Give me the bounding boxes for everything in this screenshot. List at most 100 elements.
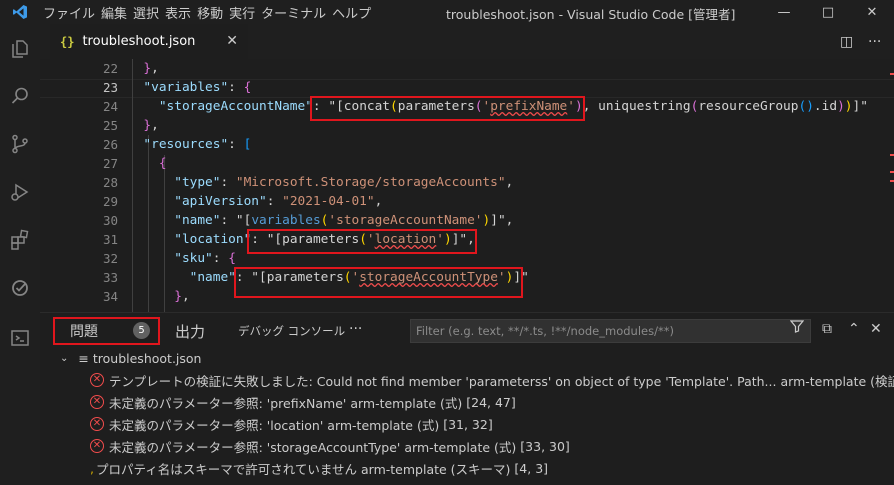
line-number: 25 [102,118,118,133]
problem-row[interactable]: ✕ 未定義のパラメーター参照: 'storageAccountType' arm… [40,435,894,457]
tab-output[interactable]: 出力 [175,321,205,342]
line-number: 33 [102,270,118,285]
problem-message: 未定義のパラメーター参照: 'prefixName' [109,395,347,411]
line-number: 22 [102,61,118,76]
json-file-icon: ≡ [78,350,89,366]
menu-view[interactable]: 表示 [162,3,194,22]
testing-icon[interactable] [0,268,40,308]
code-line: }, [143,118,159,133]
error-icon: ✕ [90,373,104,387]
code-line: "name": "[variables('storageAccountName'… [174,213,514,228]
explorer-icon[interactable] [0,28,40,68]
window-title: troubleshoot.json - Visual Studio Code [… [446,7,736,22]
problem-message: 未定義のパラメーター参照: 'location' [109,417,324,433]
tab-debug-console[interactable]: デバッグ コンソール [238,323,345,339]
problem-source: arm-template (スキーマ) [361,461,511,477]
menu-selection[interactable]: 選択 [130,3,162,22]
error-marker [890,73,894,75]
problem-source: arm-template (式) [350,395,463,411]
line-number: 23 [102,80,118,95]
line-number: 27 [102,156,118,171]
code-line: "apiVersion": "2021-04-01", [174,194,383,209]
problem-message: 未定義のパラメーター参照: 'storageAccountType' [109,439,401,455]
line-number: 28 [102,175,118,190]
line-number: 24 [102,99,118,114]
error-marker [890,180,894,182]
code-line: "resources": [ [143,137,252,152]
file-node-label: troubleshoot.json [92,350,202,366]
maximize-icon[interactable]: □ [806,0,850,24]
menu-file[interactable]: ファイル [40,3,98,22]
error-icon: ✕ [90,395,104,409]
highlight-box-storageaccounttype [234,267,523,298]
code-line: }, [143,61,159,76]
panel-more-icon[interactable]: ··· [349,321,362,337]
problem-message: プロパティ名はスキーマで許可されていません [95,461,357,477]
search-icon[interactable] [0,76,40,116]
problems-filter[interactable] [410,319,811,343]
remote-terminal-icon[interactable] [0,318,40,358]
extensions-icon[interactable] [0,220,40,260]
close-panel-icon[interactable]: ✕ [870,321,882,337]
problem-row[interactable]: ✕ テンプレートの検証に失敗しました: Could not find membe… [40,369,894,391]
code-line: "variables": { [143,80,252,95]
problem-location: [31, 32] [443,416,493,432]
code-line: { [158,156,167,171]
tab-troubleshoot-json[interactable]: {} troubleshoot.json ✕ [50,24,248,59]
problem-source: arm-template (検証) [780,373,894,389]
line-number: 34 [102,289,118,304]
chevron-down-icon: ⌄ [60,352,69,364]
menu-help[interactable]: ヘルプ [329,3,374,22]
code-line: }, [174,289,190,304]
filter-input[interactable] [416,324,786,338]
line-number: 32 [102,251,118,266]
code-line: "sku": { [174,251,236,266]
vscode-logo-icon [0,0,40,24]
close-window-icon[interactable]: ✕ [850,0,894,24]
code-editor[interactable]: 22 23 24 25 26 27 28 29 30 31 32 33 34 }… [40,59,894,312]
problem-row[interactable]: ✕ 未定義のパラメーター参照: 'location' arm-template … [40,413,894,435]
problems-panel: 問題 5 出力 デバッグ コンソール ··· ⧉ ⌃ ✕ ⌄ ≡ trouble… [40,312,894,485]
error-marker [890,171,894,173]
line-number: 29 [102,194,118,209]
warning-icon: , [90,460,94,476]
title-bar: ファイル 編集 選択 表示 移動 実行 ターミナル ヘルプ troublesho… [0,0,894,24]
problem-location: [33, 30] [520,438,570,454]
error-icon: ✕ [90,417,104,431]
error-icon: ✕ [90,439,104,453]
line-number: 31 [102,232,118,247]
menu-run[interactable]: 実行 [226,3,258,22]
json-braces-icon: {} [60,34,75,49]
source-control-icon[interactable] [0,124,40,164]
collapse-all-icon[interactable]: ⧉ [822,321,832,337]
error-marker [890,154,894,156]
menu-go[interactable]: 移動 [194,3,226,22]
problem-location: [4, 3] [514,460,549,476]
problem-source: arm-template (式) [327,417,440,433]
line-number: 30 [102,213,118,228]
highlight-box-location [247,229,477,254]
line-number: 26 [102,137,118,152]
menu-terminal[interactable]: ターミナル [258,3,329,22]
filter-icon[interactable] [789,319,805,337]
tab-label: troubleshoot.json [82,34,196,49]
maximize-panel-icon[interactable]: ⌃ [848,321,860,337]
close-tab-icon[interactable]: ✕ [226,33,238,49]
problem-row[interactable]: ✕ 未定義のパラメーター参照: 'prefixName' arm-templat… [40,391,894,413]
problems-file-node[interactable]: ⌄ ≡ troubleshoot.json [40,347,894,369]
editor-tabs: {} troubleshoot.json ✕ ◫ ··· [40,24,894,59]
highlight-box-problems-tab [53,317,160,345]
problem-source: arm-template (式) [404,439,517,455]
run-debug-icon[interactable] [0,172,40,212]
menu-edit[interactable]: 編集 [98,3,130,22]
problem-location: [24, 47] [466,394,516,410]
menu-bar: ファイル 編集 選択 表示 移動 実行 ターミナル ヘルプ [40,0,374,24]
split-editor-icon[interactable]: ◫ [840,34,853,50]
activity-bar [0,24,40,485]
problem-row[interactable]: , プロパティ名はスキーマで許可されていません arm-template (スキ… [40,457,894,479]
more-actions-icon[interactable]: ··· [868,34,881,50]
minimize-icon[interactable]: — [762,0,806,24]
highlight-box-prefixname [310,96,585,121]
code-line: "type": "Microsoft.Storage/storageAccoun… [174,175,514,190]
problem-message: テンプレートの検証に失敗しました: Could not find member … [109,373,777,389]
